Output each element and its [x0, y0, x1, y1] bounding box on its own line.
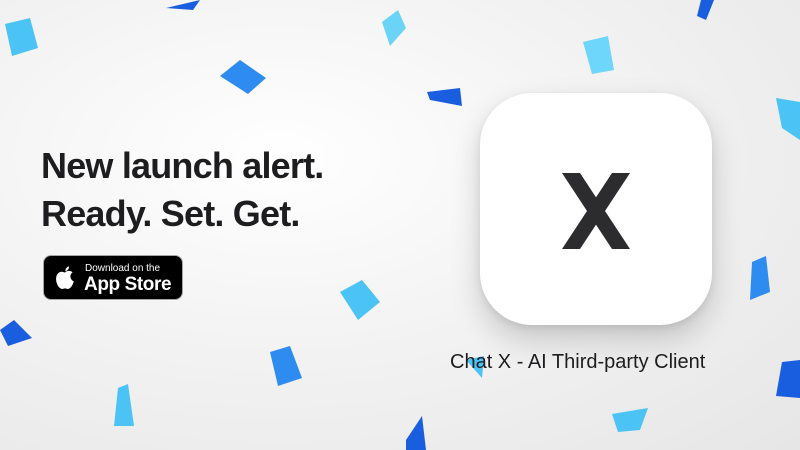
badge-store-name: App Store [84, 274, 172, 295]
confetti-piece [612, 408, 648, 432]
x-icon [562, 173, 630, 249]
confetti-piece [382, 10, 406, 46]
confetti-piece [270, 346, 302, 386]
headline-line-2: Ready. Set. Get. [41, 193, 300, 234]
confetti-piece [220, 60, 266, 94]
confetti-piece [5, 18, 38, 56]
confetti-piece [583, 36, 614, 74]
confetti-piece [0, 320, 32, 346]
confetti-piece [697, 0, 714, 20]
app-store-badge[interactable]: Download on the App Store [43, 255, 183, 300]
confetti-piece [750, 256, 770, 300]
app-name: Chat X - AI Third-party Client [450, 351, 706, 373]
promo-banner: New launch alert. Ready. Set. Get. Downl… [0, 0, 800, 450]
headline-line-1: New launch alert. [41, 145, 324, 186]
confetti-piece [166, 0, 200, 10]
confetti-piece [406, 416, 426, 450]
apple-icon [56, 266, 74, 289]
app-icon [480, 93, 712, 325]
confetti-piece [776, 98, 800, 140]
confetti-piece [114, 384, 134, 426]
confetti-piece [776, 360, 800, 398]
confetti-piece [340, 280, 380, 320]
confetti-piece [427, 88, 462, 106]
headline: New launch alert. Ready. Set. Get. [41, 142, 324, 238]
